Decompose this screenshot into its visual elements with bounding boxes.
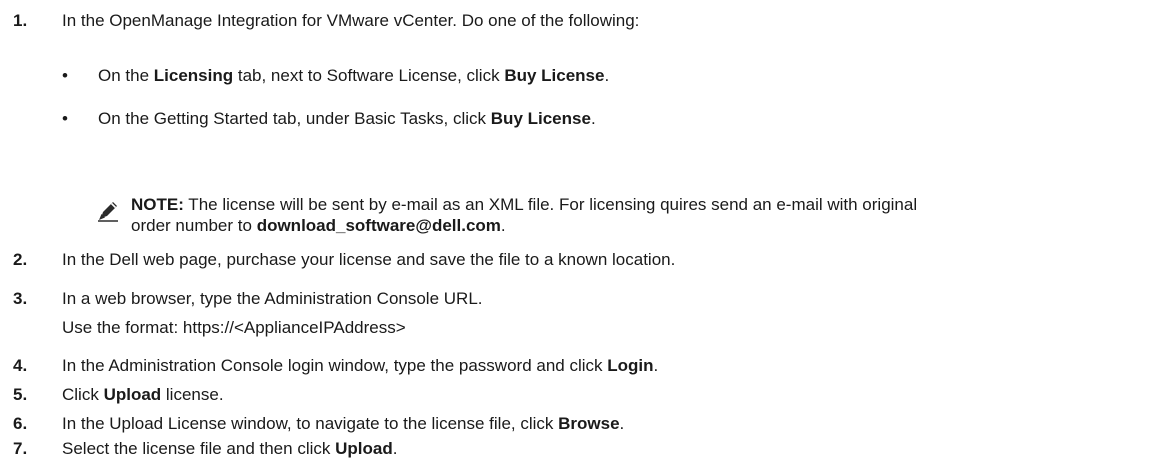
- step-number: 1.: [13, 11, 28, 30]
- step-number: 6.: [13, 414, 28, 433]
- pencil-icon: [98, 202, 118, 222]
- button-name: Login: [607, 356, 654, 375]
- button-name: Buy License: [490, 109, 591, 128]
- bullet-icon: •: [62, 66, 68, 85]
- step-text: In the Administration Console login wind…: [62, 356, 659, 375]
- step-number: 4.: [13, 356, 28, 375]
- button-name: Upload: [103, 385, 162, 404]
- step-text: In a web browser, type the Administratio…: [62, 289, 483, 308]
- note-line-2: order number to download_software@dell.c…: [131, 216, 506, 235]
- step-text: In the OpenManage Integration for VMware…: [62, 11, 640, 30]
- email-address: download_software@dell.com: [256, 216, 501, 235]
- button-name: Upload: [335, 439, 393, 458]
- bullet-text: On the Getting Started tab, under Basic …: [98, 109, 596, 128]
- bullet-text: On the Licensing tab, next to Software L…: [98, 66, 610, 85]
- step-text: In the Dell web page, purchase your lice…: [62, 250, 676, 269]
- step-text: Select the license file and then click U…: [62, 439, 398, 458]
- note-label: NOTE:: [131, 195, 184, 214]
- step-number: 3.: [13, 289, 28, 308]
- step-number: 7.: [13, 439, 28, 458]
- step-number: 2.: [13, 250, 28, 269]
- tab-name: Licensing: [153, 66, 234, 85]
- step-number: 5.: [13, 385, 28, 404]
- button-name: Browse: [558, 414, 620, 433]
- note-line-1: NOTE: The license will be sent by e-mail…: [131, 195, 918, 214]
- step-subtext: Use the format: https://<ApplianceIPAddr…: [62, 318, 406, 337]
- button-name: Buy License: [504, 66, 605, 85]
- bullet-icon: •: [62, 109, 68, 128]
- step-text: Click Upload license.: [62, 385, 224, 404]
- step-text: In the Upload License window, to navigat…: [62, 414, 625, 433]
